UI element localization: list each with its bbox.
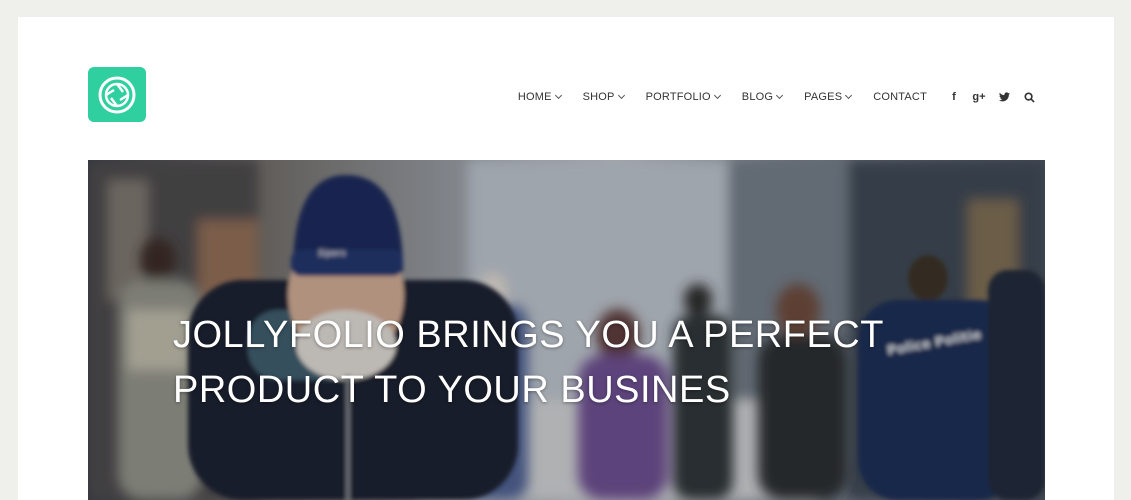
nav-item-home[interactable]: HOME [517,91,562,103]
page: HOME SHOP PORTFOLIO BLOG PAGES CONTACT f… [18,17,1114,500]
nav-item-portfolio[interactable]: PORTFOLIO [645,91,721,103]
nav-item-label: PAGES [804,91,843,103]
chevron-down-icon [776,91,784,100]
hero-banner: Police Politie Sipers JOLLYFOLIO BRINGS … [88,160,1045,500]
nav-item-label: CONTACT [873,91,927,103]
facebook-icon[interactable]: f [947,90,961,104]
chevron-down-icon [554,91,562,100]
nav-item-shop[interactable]: SHOP [582,91,625,103]
hero-title: JOLLYFOLIO BRINGS YOU A PERFECT PRODUCT … [173,314,884,411]
chevron-down-icon [617,91,625,100]
nav-item-contact[interactable]: CONTACT [873,91,927,103]
nav-item-label: PORTFOLIO [645,91,711,103]
nav-item-pages[interactable]: PAGES [804,91,853,103]
nav-item-blog[interactable]: BLOG [741,91,784,103]
chevron-down-icon [845,91,853,100]
nav-item-label: BLOG [741,91,774,103]
main-nav: HOME SHOP PORTFOLIO BLOG PAGES CONTACT f… [518,89,1036,105]
logo[interactable] [88,67,146,122]
google-plus-icon[interactable]: g+ [972,90,986,104]
social-links: f g+ [947,90,1036,104]
camera-aperture-icon [98,76,136,114]
chevron-down-icon [713,91,721,100]
nav-item-label: SHOP [582,91,615,103]
nav-item-label: HOME [517,91,552,103]
twitter-icon[interactable] [997,90,1011,104]
search-icon[interactable] [1022,90,1036,104]
